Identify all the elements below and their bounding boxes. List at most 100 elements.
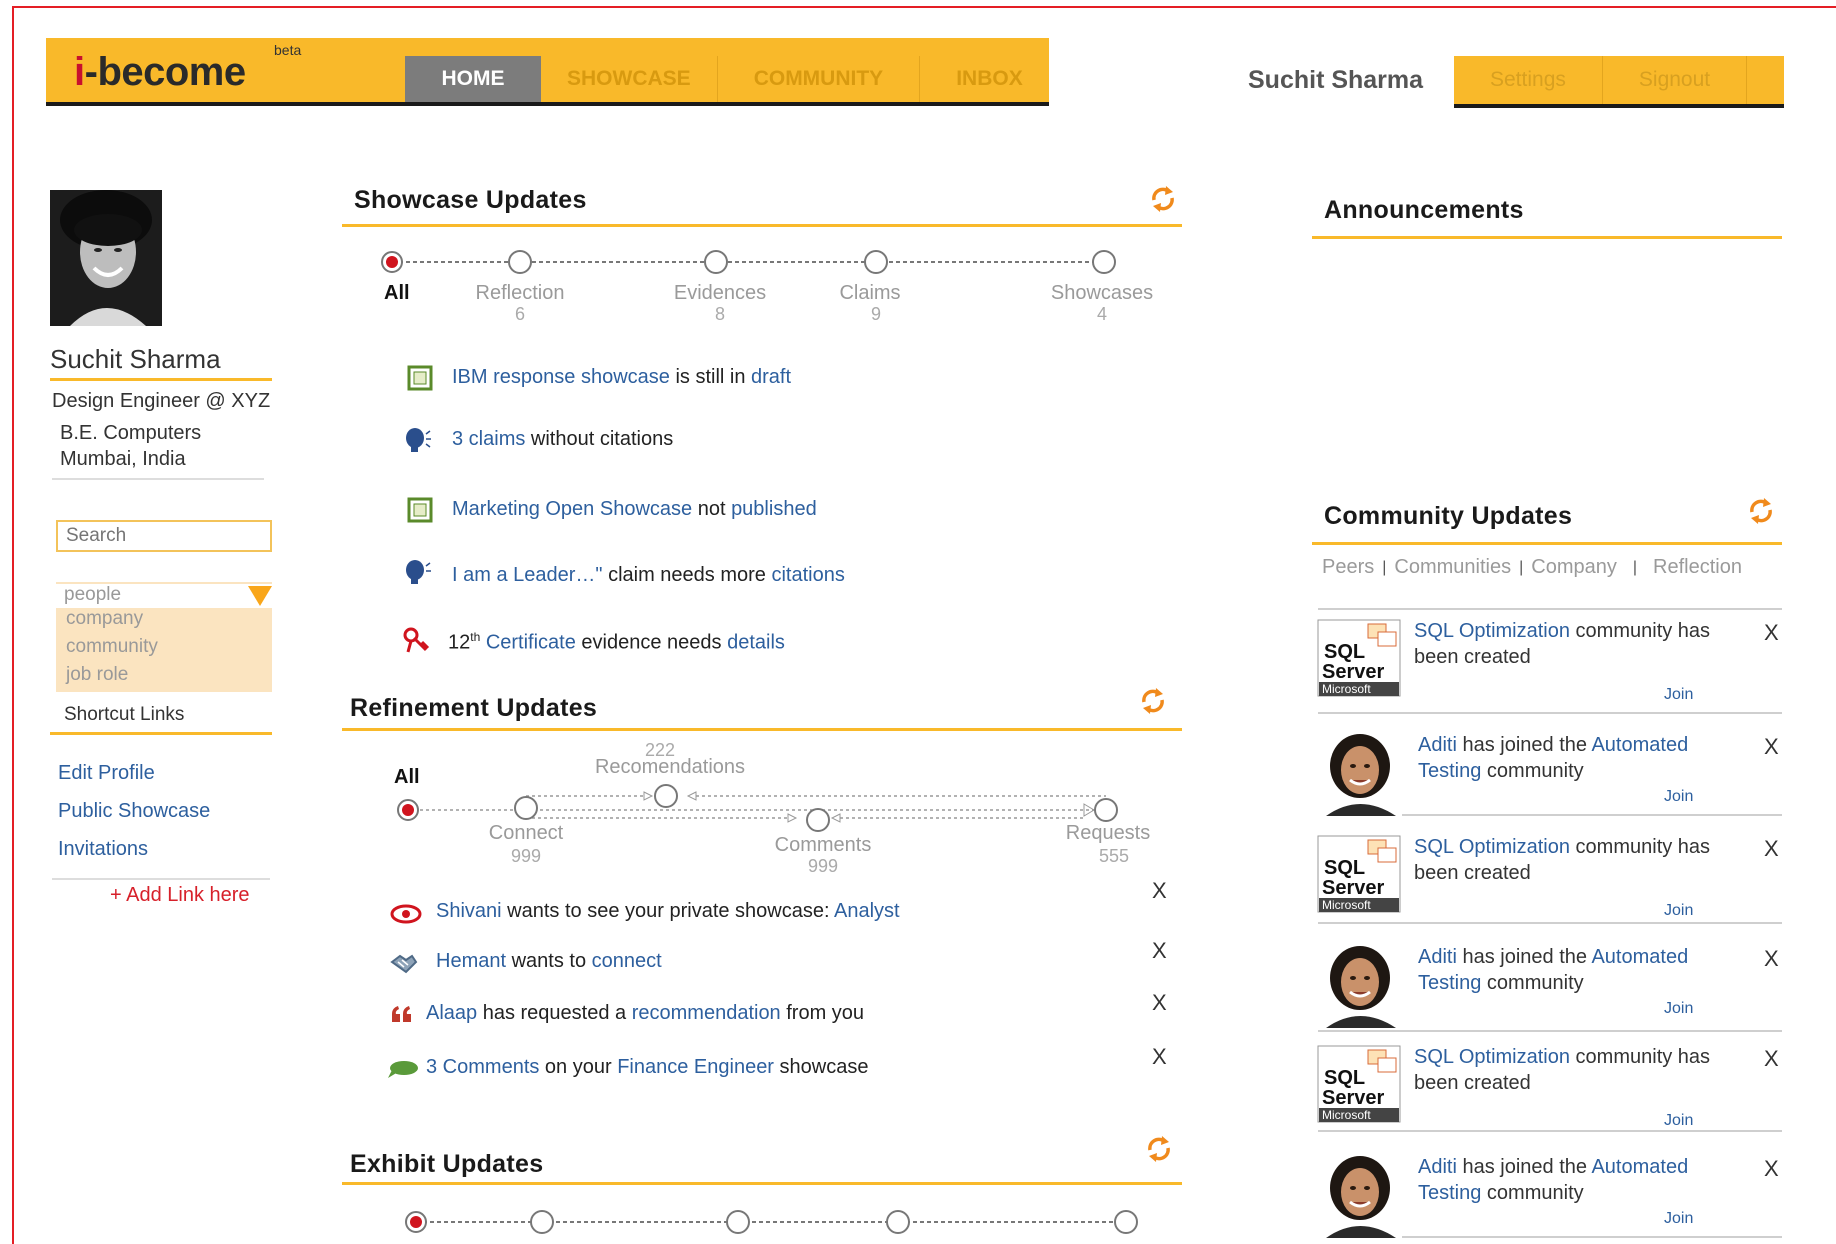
signout-link[interactable]: Signout bbox=[1603, 56, 1748, 104]
member-avatar[interactable] bbox=[1316, 942, 1402, 1028]
member-avatar[interactable] bbox=[1316, 1152, 1402, 1238]
refinement-item-link[interactable]: Hemant bbox=[436, 950, 506, 972]
showcase-item-link[interactable]: Certificate bbox=[486, 632, 576, 654]
dismiss-button[interactable]: X bbox=[1764, 1156, 1779, 1182]
join-button[interactable]: Join bbox=[1664, 1000, 1693, 1018]
member-avatar[interactable] bbox=[1316, 730, 1402, 816]
refresh-icon[interactable] bbox=[1138, 686, 1168, 716]
refinement-filter-connect[interactable]: Connect bbox=[466, 822, 586, 845]
chevron-down-icon[interactable] bbox=[248, 586, 272, 606]
refinement-item-link[interactable]: Alaap bbox=[426, 1002, 477, 1024]
dismiss-button[interactable]: X bbox=[1152, 1044, 1167, 1070]
showcase-item-link[interactable]: I am a Leader…" bbox=[452, 564, 603, 586]
refinement-item-action[interactable]: Finance Engineer bbox=[617, 1056, 774, 1078]
showcase-item-link[interactable]: IBM response showcase bbox=[452, 366, 670, 388]
dismiss-button[interactable]: X bbox=[1764, 1046, 1779, 1072]
showcase-filter-reflection[interactable]: Reflection bbox=[450, 282, 590, 305]
refinement-item-action[interactable]: connect bbox=[592, 950, 662, 972]
showcase-item: IBM response showcase is still in draft bbox=[452, 366, 791, 389]
community-row-divider bbox=[1318, 712, 1782, 714]
add-link-button[interactable]: + Add Link here bbox=[110, 884, 250, 907]
community-link[interactable]: SQL Optimization bbox=[1414, 1046, 1570, 1068]
dismiss-button[interactable]: X bbox=[1764, 946, 1779, 972]
nav-home[interactable]: HOME bbox=[405, 56, 541, 102]
member-link[interactable]: Aditi bbox=[1418, 946, 1457, 968]
search-input[interactable] bbox=[56, 520, 272, 552]
community-link[interactable]: SQL Optimization bbox=[1414, 620, 1570, 642]
search-option-job-role[interactable]: job role bbox=[66, 664, 128, 686]
refinement-filter-comments[interactable]: Comments bbox=[758, 834, 888, 857]
dismiss-button[interactable]: X bbox=[1152, 990, 1167, 1016]
refinement-filter-recommendations[interactable]: Recomendations bbox=[570, 756, 770, 779]
public-showcase-link[interactable]: Public Showcase bbox=[58, 800, 210, 823]
handshake-icon bbox=[390, 954, 418, 974]
refresh-icon[interactable] bbox=[1746, 496, 1776, 526]
tab-communities[interactable]: Communities bbox=[1394, 556, 1511, 579]
showcase-item-action[interactable]: published bbox=[731, 498, 817, 520]
search-option-community[interactable]: community bbox=[66, 636, 158, 658]
showcase-item-link[interactable]: 3 claims bbox=[452, 428, 525, 450]
search-type-selected[interactable]: people bbox=[56, 584, 272, 608]
showcase-item-action[interactable]: draft bbox=[751, 366, 791, 388]
dismiss-button[interactable]: X bbox=[1764, 836, 1779, 862]
refresh-icon[interactable] bbox=[1144, 1134, 1174, 1164]
refinement-item-action[interactable]: recommendation bbox=[632, 1002, 781, 1024]
community-link[interactable]: Testing bbox=[1418, 972, 1481, 994]
community-text: community has bbox=[1570, 836, 1711, 858]
nav-showcase[interactable]: SHOWCASE bbox=[541, 56, 718, 102]
showcase-filter-all[interactable]: All bbox=[384, 282, 410, 305]
join-button[interactable]: Join bbox=[1664, 1112, 1693, 1130]
nav-community[interactable]: COMMUNITY bbox=[718, 56, 921, 102]
exhibit-updates-title: Exhibit Updates bbox=[350, 1150, 544, 1178]
community-link[interactable]: Testing bbox=[1418, 1182, 1481, 1204]
member-link[interactable]: Aditi bbox=[1418, 734, 1457, 756]
sql-server-logo[interactable]: SQL Server Microsoft bbox=[1316, 832, 1402, 918]
header-user-name[interactable]: Suchit Sharma bbox=[1248, 66, 1423, 95]
sql-logo-line3: Microsoft bbox=[1322, 1108, 1371, 1122]
logo[interactable]: i-become bbox=[74, 50, 246, 95]
join-button[interactable]: Join bbox=[1664, 686, 1693, 704]
claims-count: 9 bbox=[870, 304, 881, 324]
community-link[interactable]: Automated bbox=[1591, 734, 1688, 756]
community-link[interactable]: Automated bbox=[1591, 1156, 1688, 1178]
showcase-filter-showcases[interactable]: Showcases bbox=[1032, 282, 1172, 305]
sql-server-logo[interactable]: SQL Server Microsoft bbox=[1316, 1042, 1402, 1128]
search-option-company[interactable]: company bbox=[66, 608, 143, 630]
edit-profile-link[interactable]: Edit Profile bbox=[58, 762, 155, 785]
tab-separator: | bbox=[1382, 558, 1387, 576]
tab-peers[interactable]: Peers bbox=[1322, 556, 1374, 579]
settings-link[interactable]: Settings bbox=[1454, 56, 1603, 104]
member-link[interactable]: Aditi bbox=[1418, 1156, 1457, 1178]
join-button[interactable]: Join bbox=[1664, 1210, 1693, 1228]
refinement-item-action[interactable]: Analyst bbox=[834, 900, 900, 922]
showcase-filter-claims[interactable]: Claims bbox=[810, 282, 930, 305]
refinement-item-link[interactable]: 3 Comments bbox=[426, 1056, 539, 1078]
showcase-item-action[interactable]: details bbox=[727, 632, 785, 654]
dismiss-button[interactable]: X bbox=[1764, 734, 1779, 760]
showcase-item-action[interactable]: citations bbox=[771, 564, 844, 586]
dismiss-button[interactable]: X bbox=[1152, 938, 1167, 964]
refinement-item-link[interactable]: Shivani bbox=[436, 900, 502, 922]
showcase-item-link[interactable]: Marketing Open Showcase bbox=[452, 498, 692, 520]
nav-inbox[interactable]: INBOX bbox=[920, 56, 1059, 102]
showcase-item-text: claim needs more bbox=[602, 564, 772, 586]
community-update-text: SQL Optimization community has been creat… bbox=[1414, 618, 1744, 670]
join-button[interactable]: Join bbox=[1664, 788, 1693, 806]
community-link[interactable]: Automated bbox=[1591, 946, 1688, 968]
showcase-filter-evidences[interactable]: Evidences bbox=[650, 282, 790, 305]
dismiss-button[interactable]: X bbox=[1764, 620, 1779, 646]
tab-reflection[interactable]: Reflection bbox=[1653, 556, 1742, 579]
sql-server-logo[interactable]: SQL Server Microsoft bbox=[1316, 616, 1402, 702]
refinement-filter-requests[interactable]: Requests bbox=[1048, 822, 1168, 845]
dismiss-button[interactable]: X bbox=[1152, 878, 1167, 904]
community-link[interactable]: SQL Optimization bbox=[1414, 836, 1570, 858]
invitations-link[interactable]: Invitations bbox=[58, 838, 148, 861]
refresh-icon[interactable] bbox=[1148, 184, 1178, 214]
tab-company[interactable]: Company bbox=[1531, 556, 1617, 579]
profile-avatar[interactable] bbox=[50, 190, 162, 326]
community-link[interactable]: Testing bbox=[1418, 760, 1481, 782]
community-text: has joined the bbox=[1456, 1156, 1592, 1178]
join-button[interactable]: Join bbox=[1664, 902, 1693, 920]
announcements-title: Announcements bbox=[1324, 196, 1524, 224]
shortcut-bottom-divider bbox=[52, 878, 270, 880]
